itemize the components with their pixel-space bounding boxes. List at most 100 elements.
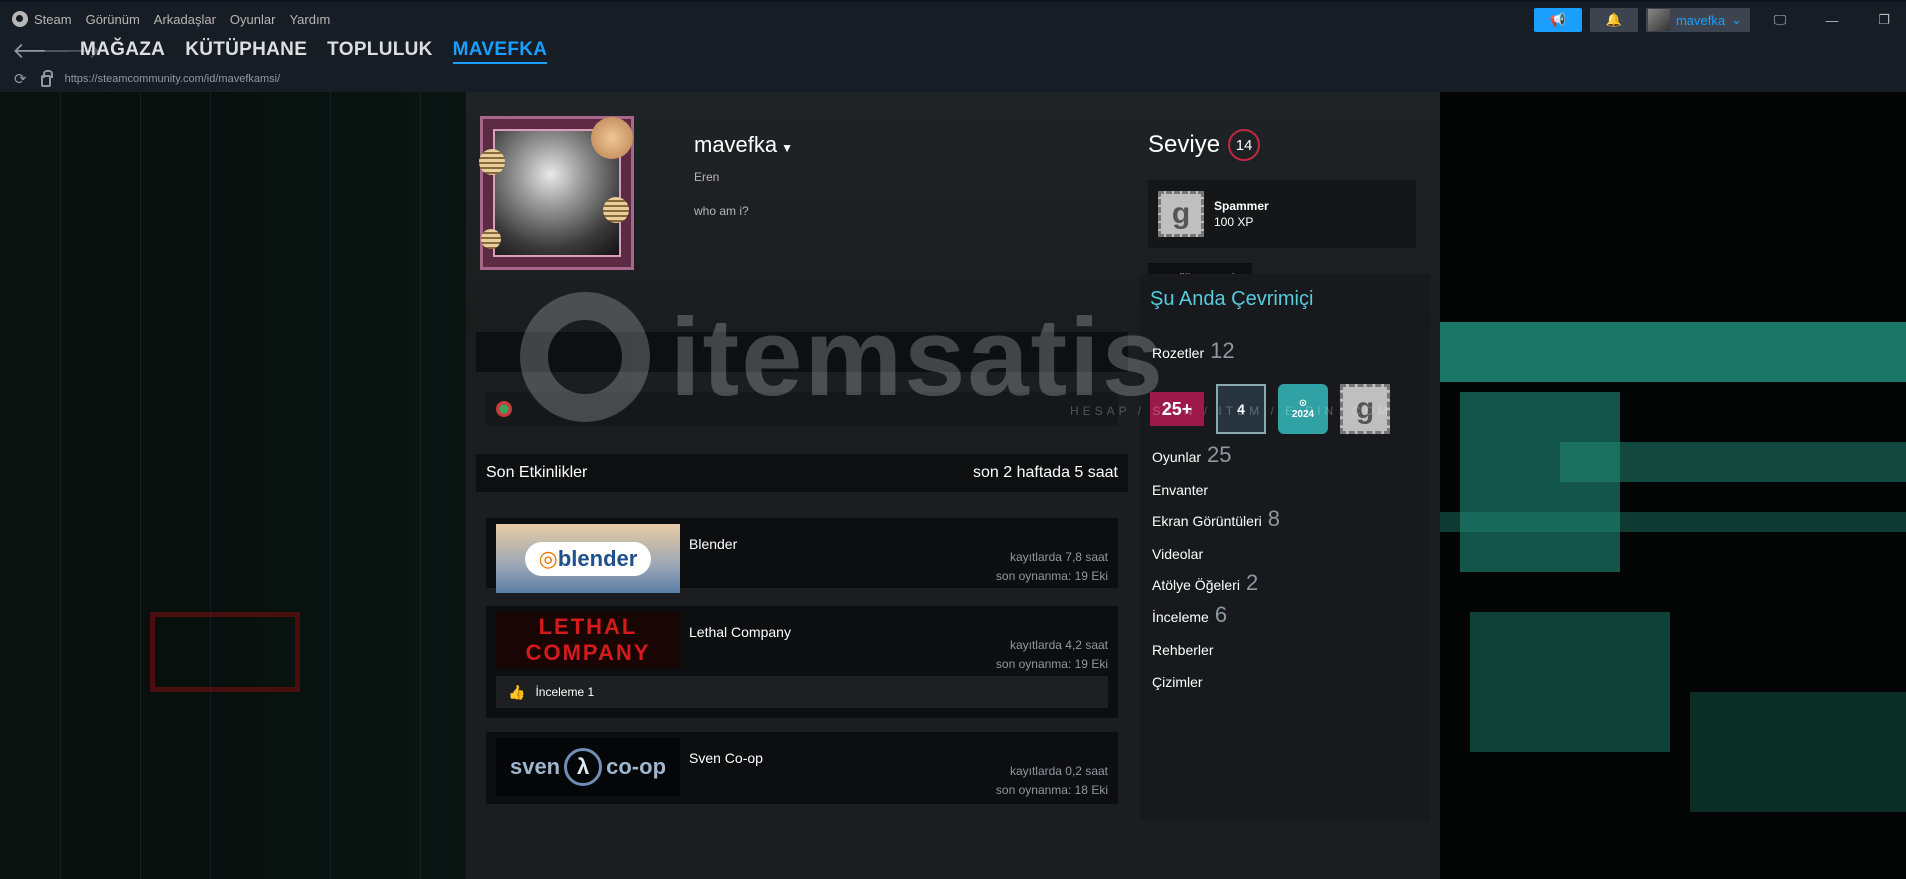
profile-level: Seviye 14 xyxy=(1148,129,1261,161)
title-bar: Steam Görünüm Arkadaşlar Oyunlar Yardım … xyxy=(0,0,1906,92)
last-played: son oynanma: 19 Eki xyxy=(995,569,1108,583)
url-row: ⟳ https://steamcommunity.com/id/mavefkam… xyxy=(14,69,281,88)
review-label: İnceleme 1 xyxy=(535,685,595,699)
maximize-icon[interactable]: ❐ xyxy=(1862,12,1906,28)
avatar xyxy=(1647,9,1670,31)
username-text: mavefka xyxy=(694,132,778,157)
chevron-down-icon: ⌄ xyxy=(1731,12,1742,27)
watermark-text: itemsatis xyxy=(670,295,1165,419)
profile-username[interactable]: mavefka ▼ xyxy=(694,132,793,158)
profile-sidebar: Şu Anda Çevrimiçi Rozetler 12 25+ 4 ⊙ 2024… xyxy=(1140,274,1430,821)
online-status: Şu Anda Çevrimiçi xyxy=(1150,288,1314,310)
background-left xyxy=(0,92,466,879)
workshop-label: Atölye Öğeleri xyxy=(1152,577,1240,593)
nav-row: 🡐 🡒 MAĞAZA KÜTÜPHANE TOPLULUK MAVEFKA xyxy=(12,38,548,64)
hours-on-record: kayıtlarda 4,2 saat xyxy=(1009,638,1108,652)
reviews-count: 6 xyxy=(1214,602,1228,627)
nav-profile[interactable]: MAVEFKA xyxy=(452,39,548,64)
blender-logo: ◎blender xyxy=(524,541,652,576)
back-arrow-icon[interactable]: 🡐 xyxy=(12,38,71,64)
game-review-link[interactable]: 👍 İnceleme 1 xyxy=(496,676,1108,708)
menu-steam[interactable]: Steam xyxy=(12,11,72,27)
sidebar-screenshots[interactable]: Ekran Görüntüleri 8 xyxy=(1152,506,1280,532)
games-count: 25 xyxy=(1207,442,1232,467)
award-icon[interactable] xyxy=(496,401,512,417)
favorite-badge-xp: 100 XP xyxy=(1214,215,1254,229)
coin-icon xyxy=(479,149,505,175)
game-name[interactable]: Sven Co-op xyxy=(689,750,763,766)
sidebar-inventory[interactable]: Envanter xyxy=(1152,482,1208,498)
screenshots-label: Ekran Görüntüleri xyxy=(1152,513,1262,529)
hours-on-record: kayıtlarda 0,2 saat xyxy=(1009,764,1108,778)
nav-community[interactable]: TOPLULUK xyxy=(327,39,433,64)
screenshots-count: 8 xyxy=(1267,506,1280,531)
coin-icon xyxy=(481,229,501,249)
sidebar-guides[interactable]: Rehberler xyxy=(1152,642,1213,658)
bell-icon: 🔔 xyxy=(1605,12,1623,27)
big-picture-icon[interactable]: 🖵 xyxy=(1758,12,1802,28)
profile-avatar xyxy=(479,116,634,270)
watermark-logo-icon xyxy=(520,292,650,422)
profile-realname: Eren xyxy=(694,170,720,184)
hours-on-record: kayıtlarda 7,8 saat xyxy=(1009,550,1108,564)
megaphone-icon: 📢 xyxy=(1549,12,1567,27)
game-row-blender[interactable]: ◎blender Blender kayıtlarda 7,8 saat son … xyxy=(486,518,1118,593)
background-right xyxy=(1440,92,1906,879)
level-badge[interactable]: 14 xyxy=(1228,129,1261,161)
notifications-button[interactable]: 🔔 xyxy=(1589,8,1638,32)
coin-icon xyxy=(603,197,629,223)
last-played: son oynanma: 19 Eki xyxy=(995,657,1108,671)
game-hours: kayıtlarda 0,2 saat son oynanma: 18 Eki xyxy=(996,762,1108,800)
level-label: Seviye xyxy=(1148,131,1221,158)
game-name[interactable]: Lethal Company xyxy=(689,624,791,640)
sidebar-games[interactable]: Oyunlar 25 xyxy=(1152,442,1232,468)
last-played: son oynanma: 18 Eki xyxy=(995,783,1108,797)
watermark-subtext: HESAP / SKIN / ITEM / E-PIN .COM xyxy=(1070,404,1392,418)
game-name[interactable]: Blender xyxy=(689,536,737,552)
sidebar-workshop[interactable]: Atölye Öğeleri 2 xyxy=(1152,570,1258,596)
recent-activity-title[interactable]: Son Etkinlikler xyxy=(486,464,587,482)
favorite-badge-name: Spammer xyxy=(1214,199,1269,213)
game-hours: kayıtlarda 7,8 saat son oynanma: 19 Eki xyxy=(996,548,1108,586)
reviews-label: İnceleme xyxy=(1152,609,1209,625)
game-row-sven-coop[interactable]: sven λ co-op Sven Co-op kayıtlarda 0,2 saa… xyxy=(486,732,1118,804)
nav-store[interactable]: MAĞAZA xyxy=(80,39,165,64)
recent-activity-header: Son Etkinlikler son 2 haftada 5 saat xyxy=(476,454,1128,492)
lambda-icon: λ xyxy=(564,748,603,786)
cookie-icon xyxy=(591,117,633,159)
url-text[interactable]: https://steamcommunity.com/id/mavefkamsi… xyxy=(65,73,281,85)
menu-games[interactable]: Oyunlar xyxy=(230,12,276,27)
games-label: Oyunlar xyxy=(1152,449,1202,465)
background-sign xyxy=(150,612,300,692)
lethal-logo-line1: LETHAL xyxy=(538,614,638,639)
game-capsule[interactable]: ◎blender xyxy=(496,524,680,593)
game-capsule[interactable]: sven λ co-op xyxy=(496,738,680,796)
thumbs-up-icon: 👍 xyxy=(508,683,526,700)
account-menu-button[interactable]: mavefka ⌄ xyxy=(1645,8,1750,32)
lethal-logo-line2: COMPANY xyxy=(525,640,651,665)
forward-arrow-icon[interactable]: 🡒 xyxy=(42,38,101,64)
lock-icon xyxy=(40,69,53,87)
account-name: mavefka xyxy=(1675,12,1726,28)
sidebar-videos[interactable]: Videolar xyxy=(1152,546,1203,562)
recent-playtime: son 2 haftada 5 saat xyxy=(973,464,1118,481)
sidebar-artwork[interactable]: Çizimler xyxy=(1152,674,1203,690)
menu-view[interactable]: Görünüm xyxy=(86,12,140,27)
refresh-icon[interactable]: ⟳ xyxy=(14,70,27,88)
game-row-lethal-company[interactable]: LETHAL COMPANY Lethal Company kayıtlarda … xyxy=(486,606,1118,718)
game-capsule[interactable]: LETHAL COMPANY xyxy=(496,612,680,668)
sidebar-reviews[interactable]: İnceleme 6 xyxy=(1152,602,1227,628)
menu-bar: Steam Görünüm Arkadaşlar Oyunlar Yardım xyxy=(12,11,330,27)
nav-library[interactable]: KÜTÜPHANE xyxy=(185,39,307,64)
announcements-button[interactable]: 📢 xyxy=(1533,8,1582,32)
menu-help[interactable]: Yardım xyxy=(289,12,330,27)
profile-background: mavefka ▼ Eren who am i? Seviye 14 g Spam… xyxy=(0,92,1906,879)
workshop-count: 2 xyxy=(1245,570,1259,595)
minimize-icon[interactable]: — xyxy=(1810,13,1854,28)
menu-friends[interactable]: Arkadaşlar xyxy=(154,12,216,27)
sven-logo-left: sven xyxy=(509,754,561,779)
menu-steam-label: Steam xyxy=(34,11,72,27)
window-controls: 📢 🔔 mavefka ⌄ 🖵 — ❐ xyxy=(1533,8,1906,32)
favorite-badge[interactable]: g Spammer 100 XP xyxy=(1148,180,1416,248)
sven-logo-right: co-op xyxy=(606,754,667,779)
